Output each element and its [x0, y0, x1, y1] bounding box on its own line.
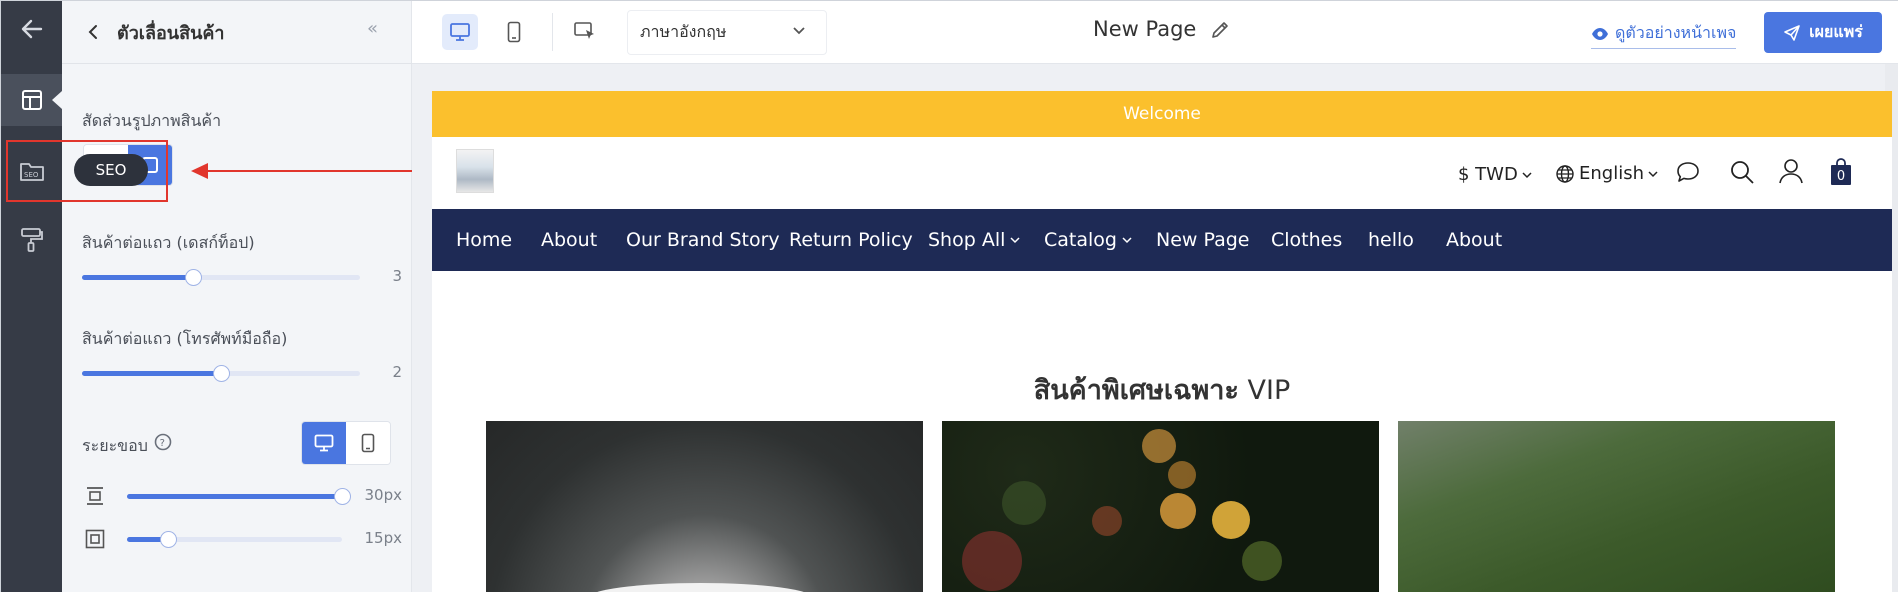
currency-selector[interactable]: $ TWD: [1458, 164, 1532, 185]
site-preview: Welcome $ TWD English 0 Home About Our B…: [432, 91, 1892, 592]
cart-count: 0: [1836, 169, 1846, 184]
nav-item-home[interactable]: Home: [456, 229, 512, 251]
globe-icon: [1556, 164, 1574, 183]
account-icon[interactable]: [1778, 158, 1804, 188]
desktop-per-row-slider[interactable]: [82, 269, 360, 286]
product-card-image[interactable]: [486, 421, 923, 592]
slider-fill: [82, 275, 194, 280]
collapse-panel-icon[interactable]: «: [367, 18, 378, 39]
chevron-left-icon: [88, 25, 97, 39]
mobile-icon: [361, 433, 375, 453]
slider-handle[interactable]: [213, 365, 230, 382]
vertical-padding-icon: [85, 486, 105, 510]
select-element-button[interactable]: [567, 14, 603, 50]
panel-back-button[interactable]: [84, 21, 102, 43]
nav-item-new-page[interactable]: New Page: [1156, 229, 1249, 251]
nav-item-about-2[interactable]: About: [1446, 229, 1502, 251]
help-icon[interactable]: ?: [154, 433, 172, 455]
panel-title: ตัวเลื่อนสินค้า: [117, 23, 225, 44]
paint-roller-icon: [20, 228, 43, 252]
mobile-per-row-slider[interactable]: [82, 365, 360, 382]
search-icon[interactable]: [1729, 159, 1755, 189]
publish-label: เผยแพร่: [1809, 22, 1863, 41]
nav-item-return-policy[interactable]: Return Policy: [789, 229, 913, 251]
send-icon: [1784, 24, 1800, 41]
nav-item-about[interactable]: About: [541, 229, 597, 251]
product-card-image[interactable]: [1398, 421, 1835, 592]
publish-button[interactable]: เผยแพร่: [1764, 12, 1882, 53]
site-language-selector[interactable]: English: [1555, 163, 1658, 184]
slider-handle[interactable]: [159, 531, 177, 548]
top-toolbar: ภาษาอังกฤษ New Page ดูตัวอย่างหน้าเพจ เผ…: [412, 1, 1898, 64]
preview-page-link[interactable]: ดูตัวอย่างหน้าเพจ: [1591, 21, 1737, 49]
product-card-image[interactable]: [942, 421, 1379, 592]
panel-header: ตัวเลื่อนสินค้า «: [62, 1, 412, 64]
horizontal-padding-value: 15px: [364, 529, 403, 547]
chevron-down-icon: [1648, 170, 1658, 177]
eye-icon: [1592, 27, 1608, 40]
arrow-left-icon: [21, 19, 42, 39]
active-rail-pointer: [52, 91, 62, 109]
section-title: สินค้าพิเศษเฉพาะ VIP: [432, 368, 1892, 411]
nav-item-shop-all-label: Shop All: [928, 229, 1006, 251]
margin-device-toggle: [301, 421, 391, 465]
desktop-per-row-label: สินค้าต่อแถว (เดสก์ท็อป): [82, 233, 255, 252]
layout-icon: [21, 90, 42, 110]
horizontal-padding-icon: [85, 529, 105, 553]
slider-fill: [127, 494, 342, 499]
chevron-down-icon: [793, 27, 805, 35]
margin-mobile-tab[interactable]: [346, 422, 390, 464]
site-logo[interactable]: [456, 149, 494, 193]
nav-item-shop-all[interactable]: Shop All: [928, 229, 1020, 251]
editor-window: SEO ตัวเลื่อนสินค้า « สัดส่วนรูปภาพสินค้…: [0, 0, 1898, 592]
language-select[interactable]: ภาษาอังกฤษ: [627, 10, 827, 55]
back-button[interactable]: [1, 3, 62, 55]
settings-panel: ตัวเลื่อนสินค้า « สัดส่วนรูปภาพสินค้า สิ…: [62, 1, 412, 592]
nav-item-hello[interactable]: hello: [1368, 229, 1414, 251]
nav-item-our-brand-story[interactable]: Our Brand Story: [626, 229, 780, 251]
margin-desktop-tab[interactable]: [302, 422, 346, 464]
annotation-highlight-box: [6, 140, 168, 202]
cup-shape: [588, 583, 813, 592]
nav-item-catalog-label: Catalog: [1044, 229, 1117, 251]
mobile-per-row-label: สินค้าต่อแถว (โทรศัพท์มือถือ): [82, 329, 288, 348]
mobile-view-button[interactable]: [496, 14, 532, 50]
desktop-view-button[interactable]: [442, 14, 478, 50]
site-navigation: Home About Our Brand Story Return Policy…: [432, 209, 1892, 271]
site-language-value: English: [1579, 163, 1644, 184]
edit-page-name-icon[interactable]: [1209, 19, 1231, 45]
annotation-arrow-head: [191, 163, 208, 179]
desktop-per-row-value: 3: [392, 267, 402, 285]
preview-page-label: ดูตัวอย่างหน้าเพจ: [1615, 23, 1737, 42]
currency-value: $ TWD: [1458, 164, 1518, 185]
page-name: New Page: [1093, 17, 1197, 41]
slider-fill: [82, 371, 221, 376]
image-ratio-label: สัดส่วนรูปภาพสินค้า: [82, 111, 222, 130]
rail-item-theme[interactable]: [1, 214, 62, 266]
vertical-padding-value: 30px: [364, 486, 403, 504]
language-select-value: ภาษาอังกฤษ: [640, 22, 727, 41]
toolbar-divider: [552, 13, 553, 51]
left-rail: SEO: [1, 1, 62, 592]
nav-item-catalog[interactable]: Catalog: [1044, 229, 1132, 251]
nav-item-clothes[interactable]: Clothes: [1271, 229, 1342, 251]
section-title-bold: สินค้าพิเศษเฉพาะ: [1033, 375, 1239, 406]
desktop-icon: [314, 434, 334, 452]
chevron-down-icon: [1522, 171, 1532, 178]
vertical-padding-slider[interactable]: [127, 488, 351, 505]
slider-handle[interactable]: [185, 269, 203, 286]
chevron-down-icon: [1122, 237, 1132, 244]
svg-text:?: ?: [160, 438, 165, 449]
horizontal-padding-slider[interactable]: [127, 531, 342, 548]
cart-button[interactable]: 0: [1830, 158, 1852, 186]
cursor-select-icon: [574, 22, 594, 39]
welcome-bar[interactable]: Welcome: [432, 91, 1892, 137]
chevron-down-icon: [1010, 237, 1020, 244]
section-title-rest: VIP: [1247, 375, 1291, 406]
desktop-icon: [450, 23, 470, 41]
chat-icon[interactable]: [1675, 160, 1701, 188]
mobile-per-row-value: 2: [392, 363, 402, 381]
margin-label: ระยะขอบ: [82, 436, 148, 455]
mobile-icon: [507, 21, 521, 43]
